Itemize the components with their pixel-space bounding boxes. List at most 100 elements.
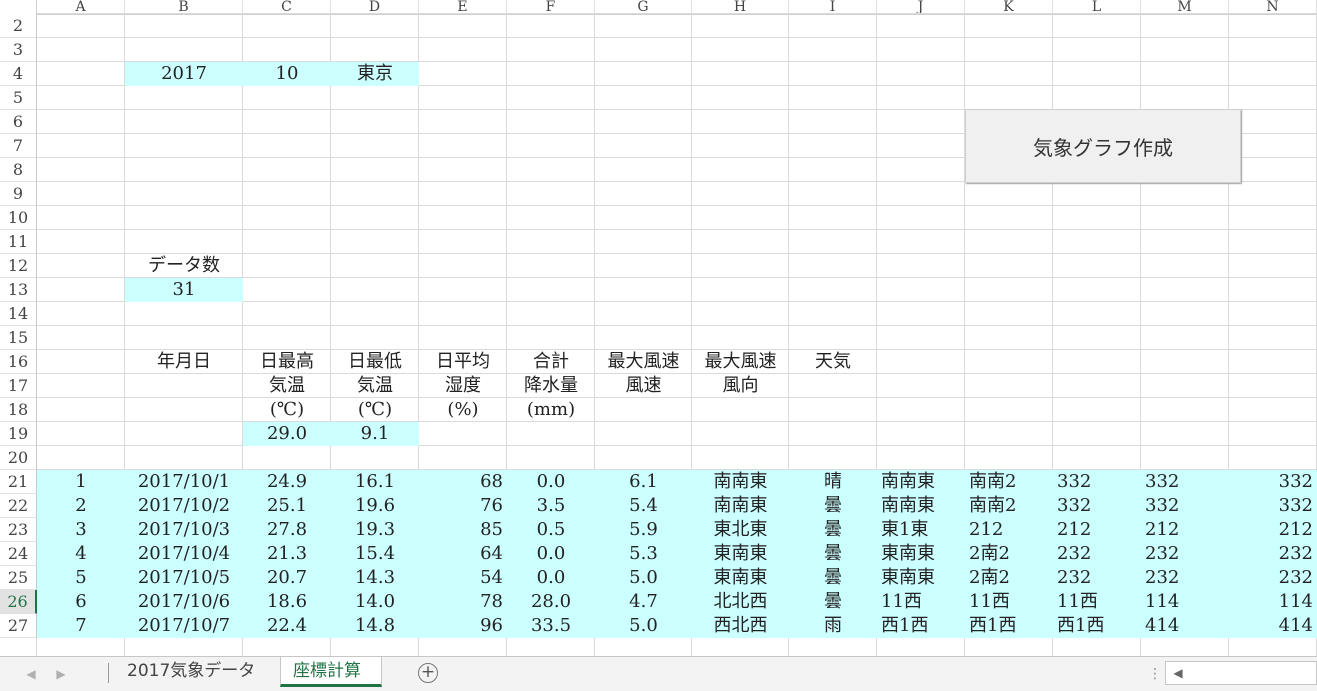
create-weather-graph-button[interactable]: 気象グラフ作成 — [965, 109, 1241, 183]
header-min-temp-2[interactable]: 気温 — [331, 374, 419, 398]
data-cell[interactable]: 212 — [1229, 518, 1317, 542]
data-cell[interactable]: 2017/10/5 — [125, 566, 243, 590]
data-cell[interactable]: 西1西 — [877, 614, 965, 638]
data-cell[interactable]: 曇 — [789, 494, 877, 518]
cell-count-label[interactable]: データ数 — [125, 254, 243, 278]
header-min-temp-3[interactable]: (℃) — [331, 398, 419, 422]
row-header-4[interactable]: 4 — [0, 62, 37, 86]
header-humidity-2[interactable]: 湿度 — [419, 374, 507, 398]
data-cell[interactable]: 南南東 — [877, 494, 965, 518]
row-header-18[interactable]: 18 — [0, 398, 37, 422]
data-cell[interactable]: 東南東 — [877, 542, 965, 566]
data-cell[interactable]: 1 — [37, 470, 125, 494]
data-cell[interactable]: 晴 — [789, 470, 877, 494]
data-cell[interactable]: 114 — [1229, 590, 1317, 614]
column-header-i[interactable]: I — [789, 0, 877, 14]
data-cell[interactable]: 東南東 — [877, 566, 965, 590]
data-cell[interactable]: 2017/10/3 — [125, 518, 243, 542]
data-cell[interactable]: 64 — [419, 542, 507, 566]
column-header-d[interactable]: D — [331, 0, 419, 14]
add-sheet-icon[interactable]: + — [418, 663, 438, 683]
data-cell[interactable]: 曇 — [789, 590, 877, 614]
row-header-7[interactable]: 7 — [0, 134, 37, 158]
data-cell[interactable]: 76 — [419, 494, 507, 518]
data-cell[interactable]: 2017/10/2 — [125, 494, 243, 518]
next-sheet-icon[interactable]: ▶ — [52, 665, 70, 683]
data-cell[interactable]: 0.5 — [507, 518, 595, 542]
data-cell[interactable]: 東南東 — [692, 542, 789, 566]
header-precip-3[interactable]: (mm) — [507, 398, 595, 422]
data-cell[interactable]: 14.3 — [331, 566, 419, 590]
data-cell[interactable]: 東南東 — [692, 566, 789, 590]
header-min-temp-1[interactable]: 日最低 — [331, 350, 419, 374]
row-header-11[interactable]: 11 — [0, 230, 37, 254]
column-header-a[interactable]: A — [37, 0, 125, 14]
data-cell[interactable]: 18.6 — [243, 590, 331, 614]
data-cell[interactable]: 332 — [1141, 494, 1229, 518]
data-cell[interactable]: 54 — [419, 566, 507, 590]
data-cell[interactable]: 28.0 — [507, 590, 595, 614]
data-cell[interactable]: 4 — [37, 542, 125, 566]
row-header-5[interactable]: 5 — [0, 86, 37, 110]
data-cell[interactable]: 曇 — [789, 566, 877, 590]
data-cell[interactable]: 2南2 — [965, 542, 1053, 566]
data-cell[interactable]: 20.7 — [243, 566, 331, 590]
data-cell[interactable]: 2017/10/6 — [125, 590, 243, 614]
header-wind-dir-2[interactable]: 風向 — [692, 374, 789, 398]
data-cell[interactable]: 114 — [1141, 590, 1229, 614]
spreadsheet-grid[interactable]: ABCDEFGHIJKLMN 2 3 4 5 6 7 8 9 10 11 12 13 14 15 16 17 1… — [0, 0, 1317, 656]
row-header-15[interactable]: 15 — [0, 326, 37, 350]
data-cell[interactable]: 25.1 — [243, 494, 331, 518]
data-cell[interactable]: 北北西 — [692, 590, 789, 614]
data-cell[interactable]: 232 — [1053, 566, 1141, 590]
data-cell[interactable]: 332 — [1229, 470, 1317, 494]
data-cell[interactable]: 5.0 — [595, 566, 692, 590]
column-header-k[interactable]: K — [965, 0, 1053, 14]
data-cell[interactable]: 南南2 — [965, 470, 1053, 494]
data-cell[interactable]: 33.5 — [507, 614, 595, 638]
row-header-16[interactable]: 16 — [0, 350, 37, 374]
data-cell[interactable]: 3.5 — [507, 494, 595, 518]
header-precip-1[interactable]: 合計 — [507, 350, 595, 374]
data-cell[interactable]: 414 — [1141, 614, 1229, 638]
row-header-12[interactable]: 12 — [0, 254, 37, 278]
header-max-temp-1[interactable]: 日最高 — [243, 350, 331, 374]
data-cell[interactable]: 14.0 — [331, 590, 419, 614]
data-cell[interactable]: 0.0 — [507, 542, 595, 566]
data-cell[interactable]: 332 — [1229, 494, 1317, 518]
data-cell[interactable]: 332 — [1053, 470, 1141, 494]
column-header-b[interactable]: B — [125, 0, 243, 14]
row-header-17[interactable]: 17 — [0, 374, 37, 398]
data-cell[interactable]: 4.7 — [595, 590, 692, 614]
cell-city[interactable]: 東京 — [331, 62, 419, 86]
data-cell[interactable]: 232 — [1141, 542, 1229, 566]
data-cell[interactable]: 雨 — [789, 614, 877, 638]
header-date[interactable]: 年月日 — [125, 350, 243, 374]
data-cell[interactable]: 11西 — [1053, 590, 1141, 614]
data-cell[interactable]: 85 — [419, 518, 507, 542]
data-cell[interactable]: 19.6 — [331, 494, 419, 518]
data-cell[interactable]: 332 — [1141, 470, 1229, 494]
data-cell[interactable]: 5.3 — [595, 542, 692, 566]
header-humidity-3[interactable]: (%) — [419, 398, 507, 422]
row-header-27[interactable]: 27 — [0, 614, 37, 638]
data-cell[interactable]: 5.0 — [595, 614, 692, 638]
data-cell[interactable]: 西1西 — [1053, 614, 1141, 638]
data-cell[interactable]: 5.4 — [595, 494, 692, 518]
data-cell[interactable]: 11西 — [965, 590, 1053, 614]
scroll-left-icon[interactable]: ◀ — [1168, 663, 1188, 683]
header-wind-speed-2[interactable]: 風速 — [595, 374, 692, 398]
header-wind-speed-1[interactable]: 最大風速 — [595, 350, 692, 374]
header-precip-2[interactable]: 降水量 — [507, 374, 595, 398]
data-cell[interactable]: 22.4 — [243, 614, 331, 638]
data-cell[interactable]: 68 — [419, 470, 507, 494]
row-header-22[interactable]: 22 — [0, 494, 37, 518]
cell-count-value[interactable]: 31 — [125, 278, 243, 302]
column-header-h[interactable]: H — [692, 0, 789, 14]
row-header-9[interactable]: 9 — [0, 182, 37, 206]
column-header-e[interactable]: E — [419, 0, 507, 14]
data-cell[interactable]: 曇 — [789, 518, 877, 542]
column-header-g[interactable]: G — [595, 0, 692, 14]
data-cell[interactable]: 21.3 — [243, 542, 331, 566]
data-cell[interactable]: 南南東 — [692, 470, 789, 494]
